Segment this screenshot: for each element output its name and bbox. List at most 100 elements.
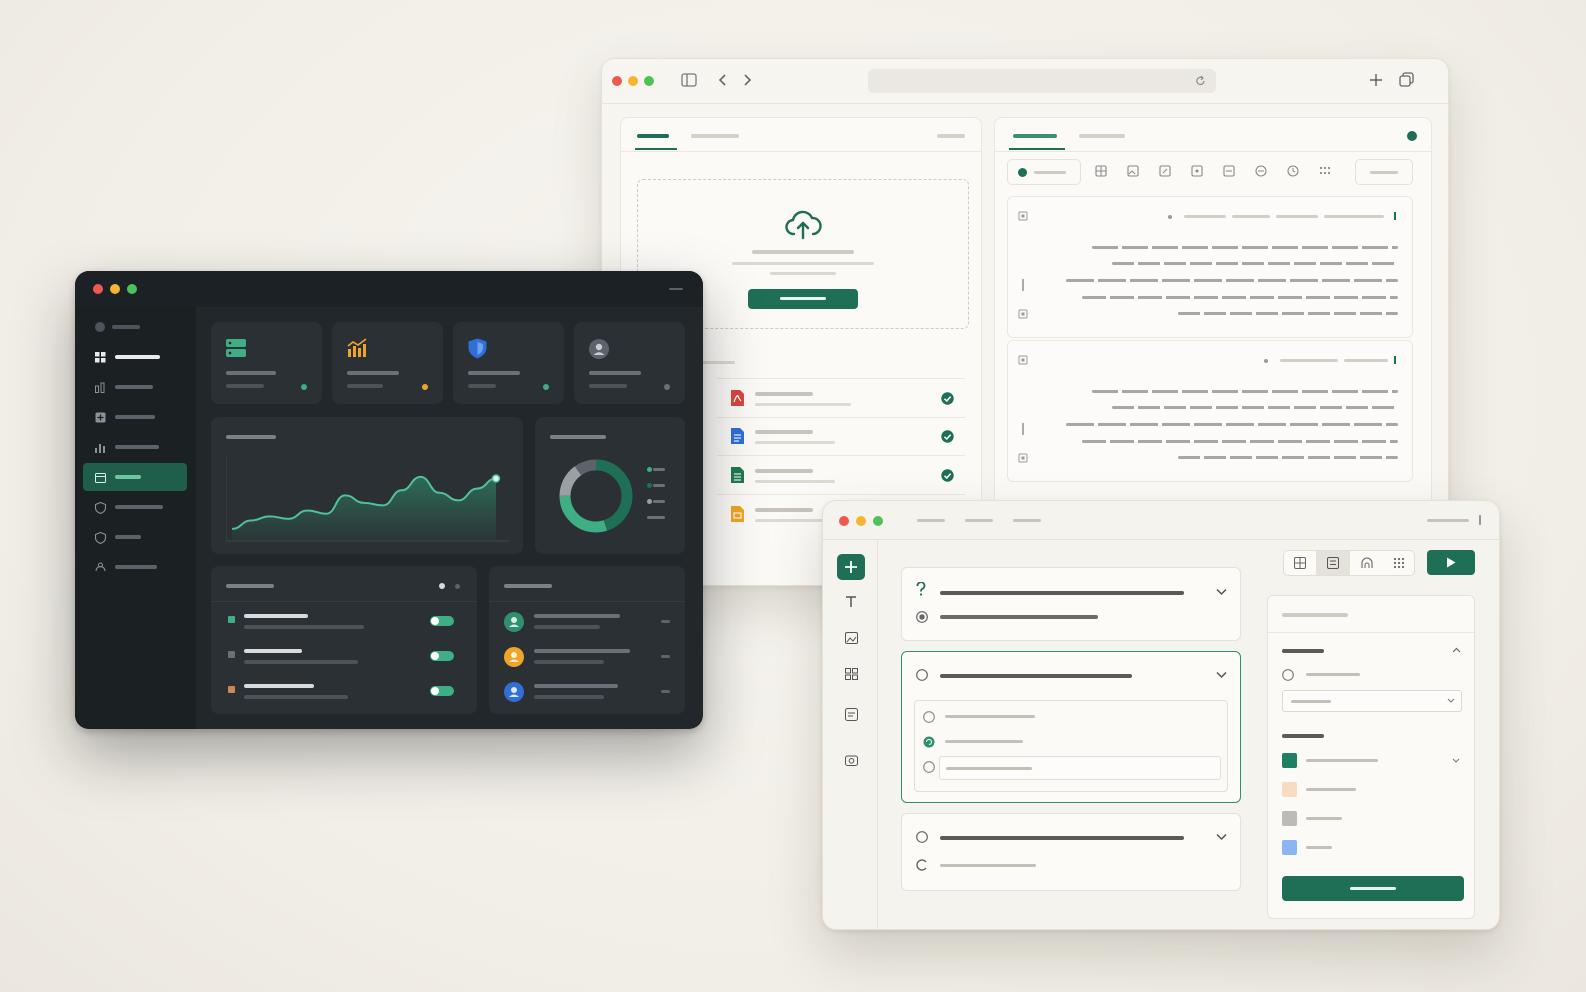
team-member-row[interactable] bbox=[504, 680, 674, 710]
tabs-overview-icon[interactable] bbox=[1399, 72, 1414, 87]
address-bar[interactable] bbox=[868, 69, 1216, 93]
block-handle-icon[interactable] bbox=[1018, 309, 1028, 319]
chevron-down-icon[interactable] bbox=[1216, 588, 1227, 596]
close-button[interactable] bbox=[612, 76, 622, 86]
mode-selector[interactable] bbox=[1007, 159, 1081, 185]
text-block[interactable] bbox=[1007, 196, 1413, 338]
question-card[interactable] bbox=[901, 813, 1241, 891]
file-item[interactable] bbox=[717, 456, 965, 495]
radio-icon[interactable] bbox=[916, 669, 928, 681]
block-handle-icon[interactable] bbox=[1018, 355, 1028, 365]
sidebar-item-privacy[interactable] bbox=[83, 523, 187, 551]
apply-button[interactable] bbox=[1282, 876, 1464, 901]
menu-item[interactable] bbox=[965, 519, 993, 522]
radio-icon[interactable] bbox=[1282, 669, 1294, 681]
close-button[interactable] bbox=[93, 284, 103, 294]
tab-active[interactable] bbox=[1013, 134, 1057, 138]
camera-icon[interactable] bbox=[845, 754, 858, 766]
forward-arrow-icon[interactable] bbox=[742, 73, 752, 87]
bridge-icon[interactable] bbox=[1361, 557, 1373, 569]
minimize-button[interactable] bbox=[110, 284, 120, 294]
radio-icon[interactable] bbox=[923, 761, 935, 773]
question-card[interactable] bbox=[901, 567, 1241, 641]
close-button[interactable] bbox=[839, 516, 849, 526]
account-menu[interactable] bbox=[1427, 519, 1469, 522]
swatch-option[interactable] bbox=[1282, 810, 1462, 828]
chevron-up-icon[interactable] bbox=[1452, 647, 1461, 653]
text-block[interactable] bbox=[1007, 340, 1413, 482]
editor-action-button[interactable] bbox=[1355, 159, 1413, 185]
setting-toggle[interactable] bbox=[430, 686, 454, 696]
swatch-option[interactable] bbox=[1282, 781, 1462, 799]
table-tool-icon[interactable] bbox=[1095, 165, 1107, 177]
question-card-active[interactable] bbox=[901, 651, 1241, 803]
tab-active[interactable] bbox=[637, 134, 669, 138]
swatch-option[interactable] bbox=[1282, 839, 1462, 857]
embed-tool-icon[interactable] bbox=[1223, 165, 1235, 177]
menu-item[interactable] bbox=[1013, 519, 1041, 522]
pager-dot-active[interactable] bbox=[439, 583, 445, 589]
browse-files-button[interactable] bbox=[748, 289, 858, 309]
setting-toggle[interactable] bbox=[430, 651, 454, 661]
apps-icon[interactable] bbox=[1393, 557, 1405, 569]
chart-point-latest[interactable] bbox=[491, 474, 501, 483]
stat-card[interactable] bbox=[332, 322, 443, 404]
sidebar-item-reports[interactable] bbox=[83, 433, 187, 461]
document-icon[interactable] bbox=[845, 708, 858, 721]
new-tab-icon[interactable] bbox=[1369, 73, 1383, 87]
radio-icon[interactable] bbox=[916, 831, 928, 843]
reload-icon[interactable] bbox=[1195, 75, 1206, 87]
preview-play-button[interactable] bbox=[1427, 550, 1475, 575]
radio-icon[interactable] bbox=[923, 711, 935, 723]
file-item[interactable] bbox=[717, 417, 965, 456]
sidebar-item-dashboard[interactable] bbox=[83, 343, 187, 371]
chevron-down-icon[interactable] bbox=[1216, 833, 1227, 841]
add-field-button[interactable] bbox=[837, 554, 865, 580]
maximize-button[interactable] bbox=[873, 516, 883, 526]
stat-card[interactable] bbox=[574, 322, 685, 404]
back-arrow-icon[interactable] bbox=[718, 73, 728, 87]
stat-card[interactable] bbox=[453, 322, 564, 404]
setting-toggle[interactable] bbox=[430, 616, 454, 626]
image-icon[interactable] bbox=[845, 632, 858, 644]
pager-dot[interactable] bbox=[455, 584, 460, 589]
menu-item[interactable] bbox=[917, 519, 945, 522]
radio-selected-icon[interactable] bbox=[923, 736, 935, 748]
file-item[interactable] bbox=[717, 378, 965, 418]
sidebar-item-users[interactable] bbox=[83, 373, 187, 401]
maximize-button[interactable] bbox=[644, 76, 654, 86]
radio-selected-icon[interactable] bbox=[916, 611, 928, 623]
team-member-row[interactable] bbox=[504, 610, 674, 640]
swatch-option[interactable] bbox=[1282, 752, 1462, 770]
team-member-row[interactable] bbox=[504, 645, 674, 675]
image-tool-icon[interactable] bbox=[1127, 165, 1139, 177]
check-icon bbox=[941, 392, 954, 405]
table-view-icon[interactable] bbox=[1294, 557, 1306, 569]
minimize-button[interactable] bbox=[628, 76, 638, 86]
clock-tool-icon[interactable] bbox=[1255, 165, 1267, 177]
tab-inactive[interactable] bbox=[1079, 134, 1125, 138]
maximize-button[interactable] bbox=[127, 284, 137, 294]
chevron-down-icon[interactable] bbox=[1216, 671, 1227, 679]
code-tool-icon[interactable] bbox=[1191, 165, 1203, 177]
sidebar-item-security[interactable] bbox=[83, 493, 187, 521]
sidebar-item-schedule[interactable] bbox=[83, 463, 187, 491]
option-input[interactable] bbox=[939, 756, 1221, 780]
block-handle-icon[interactable] bbox=[1018, 211, 1028, 221]
stat-card[interactable] bbox=[211, 322, 322, 404]
panel-action[interactable] bbox=[937, 134, 965, 138]
view-tab-active[interactable] bbox=[1316, 551, 1350, 575]
apps-tool-icon[interactable] bbox=[1319, 165, 1331, 177]
type-select[interactable] bbox=[1282, 690, 1462, 712]
minimize-button[interactable] bbox=[856, 516, 866, 526]
sidebar-item-support[interactable] bbox=[83, 553, 187, 581]
tab-inactive[interactable] bbox=[691, 134, 739, 138]
window-menu[interactable] bbox=[669, 288, 683, 290]
text-icon[interactable] bbox=[845, 596, 857, 608]
sidebar-toggle-icon[interactable] bbox=[681, 73, 697, 87]
sidebar-item-add[interactable] bbox=[83, 403, 187, 431]
timer-tool-icon[interactable] bbox=[1287, 165, 1299, 177]
grid-icon[interactable] bbox=[845, 668, 858, 680]
link-tool-icon[interactable] bbox=[1159, 165, 1171, 177]
block-handle-icon[interactable] bbox=[1018, 453, 1028, 463]
